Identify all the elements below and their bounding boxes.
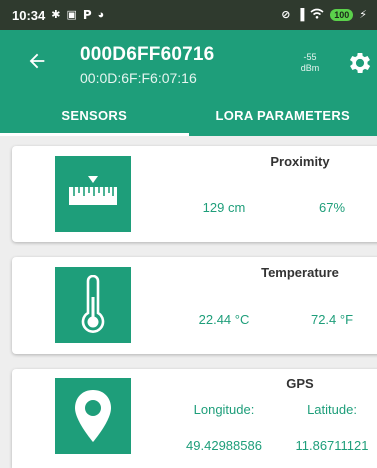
- proximity-percent: 67%: [318, 200, 346, 215]
- temperature-title: Temperature: [261, 265, 339, 280]
- p-icon: 𝗣: [82, 8, 92, 22]
- gear-icon[interactable]: [346, 49, 374, 77]
- ruler-icon: [69, 176, 117, 205]
- status-right: ⊘ ▐ 100 ⚡: [281, 8, 367, 22]
- signal-value: -55: [303, 52, 317, 62]
- gps-latitude-label: Latitude:: [307, 402, 357, 417]
- thermometer-icon-box: [55, 267, 131, 343]
- gps-latitude-value: 11.86711121: [295, 438, 369, 453]
- temperature-celsius: 22.44 °C: [198, 312, 250, 327]
- proximity-title: Proximity: [270, 154, 330, 169]
- temperature-fahrenheit: 72.4 °F: [310, 312, 354, 327]
- cellular-signal-icon: ▐: [296, 8, 305, 21]
- gps-card: GPS Longitude: Latitude: 49.42988586 11.…: [12, 369, 377, 468]
- back-arrow-icon[interactable]: [26, 50, 48, 72]
- proximity-distance: 129 cm: [202, 200, 246, 215]
- temperature-card: Temperature 22.44 °C 72.4 °F: [12, 257, 377, 354]
- tab-bar: SENSORS LORA PARAMETERS: [0, 94, 377, 136]
- tab-lora-parameters[interactable]: LORA PARAMETERS: [189, 94, 377, 136]
- gps-title: GPS: [286, 376, 314, 391]
- location-pin-icon-box: [55, 378, 131, 454]
- battery-icon: 100: [330, 9, 354, 21]
- device-name: 000D6FF60716: [80, 44, 215, 65]
- proximity-card: Proximity 129 cm 67%: [12, 146, 377, 242]
- circle-icon: ◕: [97, 8, 105, 21]
- tab-sensors[interactable]: SENSORS: [0, 94, 189, 136]
- status-time: 10:34: [12, 7, 46, 23]
- screen-icon: ▣: [66, 8, 77, 21]
- gps-longitude-value: 49.42988586: [186, 438, 262, 453]
- device-mac: 00:0D:6F:F6:07:16: [80, 70, 197, 86]
- status-bar: 10:34 ✱ ▣ 𝗣 ◕ ⊘ ▐ 100 ⚡: [0, 0, 377, 30]
- signal-strength: -55 dBm: [292, 52, 328, 74]
- gps-longitude-label: Longitude:: [193, 402, 255, 417]
- thermometer-icon: [81, 275, 105, 333]
- alarm-off-icon: ⊘: [281, 8, 291, 21]
- signal-unit: dBm: [300, 63, 320, 73]
- app-bar: 000D6FF60716 00:0D:6F:F6:07:16 -55 dBm: [0, 30, 377, 94]
- bluetooth-icon: ✱: [51, 8, 61, 21]
- charging-icon: ⚡: [359, 8, 367, 21]
- status-left: 10:34 ✱ ▣ 𝗣 ◕: [12, 8, 104, 23]
- location-pin-icon: [75, 390, 111, 442]
- ruler-icon-box: [55, 156, 131, 232]
- wifi-icon: [310, 8, 324, 22]
